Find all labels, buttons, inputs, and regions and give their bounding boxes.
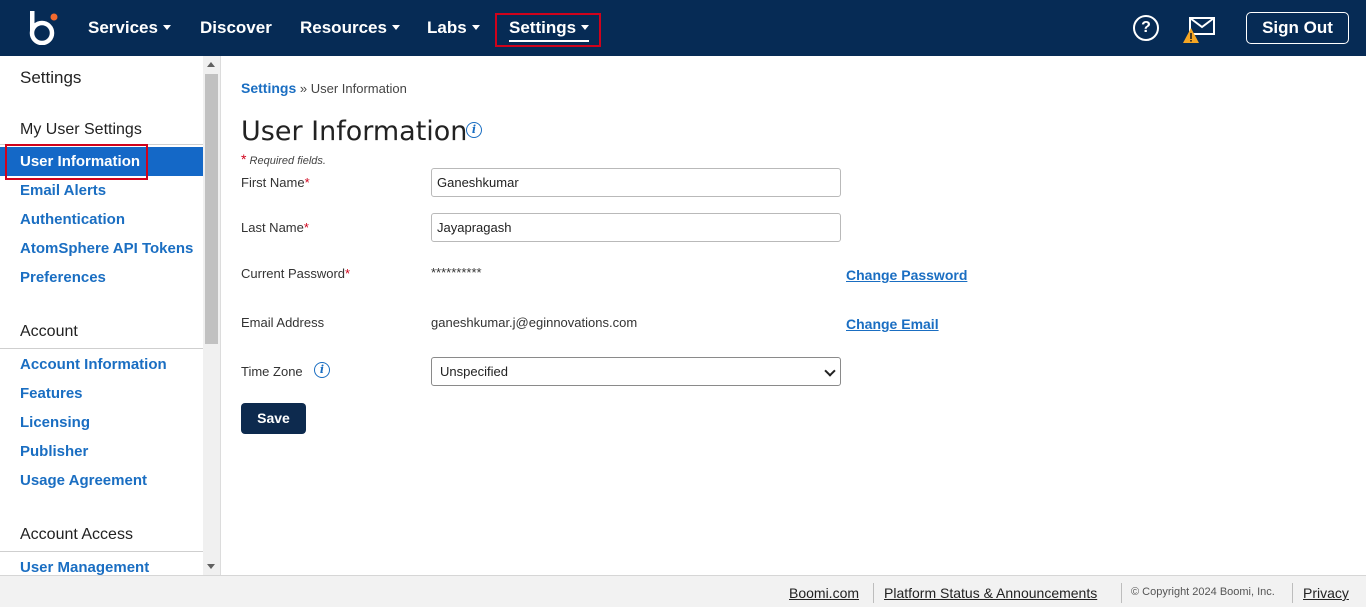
top-navigation-bar: Services Discover Resources Labs Setting… xyxy=(0,0,1366,56)
sidebar-item-atomsphere-api-tokens[interactable]: AtomSphere API Tokens xyxy=(20,240,193,257)
envelope-warning-icon[interactable] xyxy=(1182,14,1216,46)
sidebar-item-licensing[interactable]: Licensing xyxy=(20,414,90,431)
divider xyxy=(1292,583,1293,603)
change-email-link[interactable]: Change Email xyxy=(846,316,939,332)
highlight-box-user-information xyxy=(5,144,148,180)
scroll-down-arrow-icon[interactable] xyxy=(207,564,215,569)
current-password-label: Current Password* xyxy=(241,266,351,281)
sign-out-button[interactable]: Sign Out xyxy=(1246,12,1349,44)
sidebar-item-publisher[interactable]: Publisher xyxy=(20,443,88,460)
caret-down-icon xyxy=(162,25,171,31)
time-zone-selected-value: Unspecified xyxy=(440,364,508,379)
chevron-down-icon xyxy=(824,365,836,377)
footer-boomi-link[interactable]: Boomi.com xyxy=(789,585,859,601)
divider xyxy=(1121,583,1122,603)
sidebar-item-email-alerts[interactable]: Email Alerts xyxy=(20,182,106,199)
sidebar-item-usage-agreement[interactable]: Usage Agreement xyxy=(20,472,147,489)
caret-down-icon xyxy=(471,25,480,31)
info-icon[interactable]: i xyxy=(466,122,482,138)
email-value: ganeshkumar.j@eginnovations.com xyxy=(431,315,638,330)
footer: Boomi.com Platform Status & Announcement… xyxy=(0,575,1366,607)
nav-labs[interactable]: Labs xyxy=(427,14,480,42)
highlight-box-settings xyxy=(495,13,601,47)
email-address-label: Email Address xyxy=(241,315,325,330)
scrollbar-thumb[interactable] xyxy=(205,74,218,344)
time-zone-label: Time Zone xyxy=(241,364,303,379)
breadcrumb-separator: » xyxy=(296,81,311,96)
divider xyxy=(873,583,874,603)
divider xyxy=(0,551,203,552)
sidebar-section-account: Account xyxy=(20,323,78,340)
last-name-field[interactable] xyxy=(431,213,841,242)
boomi-logo[interactable] xyxy=(28,11,60,45)
divider xyxy=(0,348,203,349)
sidebar-title: Settings xyxy=(20,68,82,87)
sidebar-section-account-access: Account Access xyxy=(20,526,133,543)
sidebar-item-authentication[interactable]: Authentication xyxy=(20,211,125,228)
caret-down-icon xyxy=(391,25,400,31)
sidebar-item-preferences[interactable]: Preferences xyxy=(20,269,106,286)
copyright-text: © Copyright 2024 Boomi, Inc. xyxy=(1131,586,1275,598)
breadcrumb: Settings » User Information xyxy=(241,80,407,96)
footer-platform-status-link[interactable]: Platform Status & Announcements xyxy=(884,585,1097,601)
sidebar-section-my-user-settings: My User Settings xyxy=(20,121,142,138)
nav-services[interactable]: Services xyxy=(88,14,171,42)
page-title: User Information xyxy=(241,116,468,147)
time-zone-select[interactable]: Unspecified xyxy=(431,357,841,386)
password-value: ********** xyxy=(431,265,482,280)
footer-privacy-link[interactable]: Privacy xyxy=(1303,585,1349,601)
required-fields-note: * Required fields. xyxy=(241,151,326,167)
settings-sidebar: Settings My User Settings User Informati… xyxy=(0,56,203,575)
nav-discover[interactable]: Discover xyxy=(200,14,272,42)
first-name-field[interactable] xyxy=(431,168,841,197)
scroll-up-arrow-icon[interactable] xyxy=(207,62,215,67)
breadcrumb-current: User Information xyxy=(310,81,407,96)
sidebar-item-user-management[interactable]: User Management xyxy=(20,559,149,575)
nav-resources[interactable]: Resources xyxy=(300,14,400,42)
last-name-label: Last Name* xyxy=(241,220,309,235)
info-icon[interactable]: i xyxy=(314,362,330,378)
save-button[interactable]: Save xyxy=(241,403,306,434)
first-name-label: First Name* xyxy=(241,175,310,190)
sidebar-item-features[interactable]: Features xyxy=(20,385,83,402)
change-password-link[interactable]: Change Password xyxy=(846,267,967,283)
breadcrumb-settings-link[interactable]: Settings xyxy=(241,80,296,96)
divider xyxy=(220,56,221,575)
question-circle-icon[interactable]: ? xyxy=(1133,15,1159,41)
sidebar-item-account-information[interactable]: Account Information xyxy=(20,356,167,373)
sidebar-scrollbar[interactable] xyxy=(203,56,220,575)
